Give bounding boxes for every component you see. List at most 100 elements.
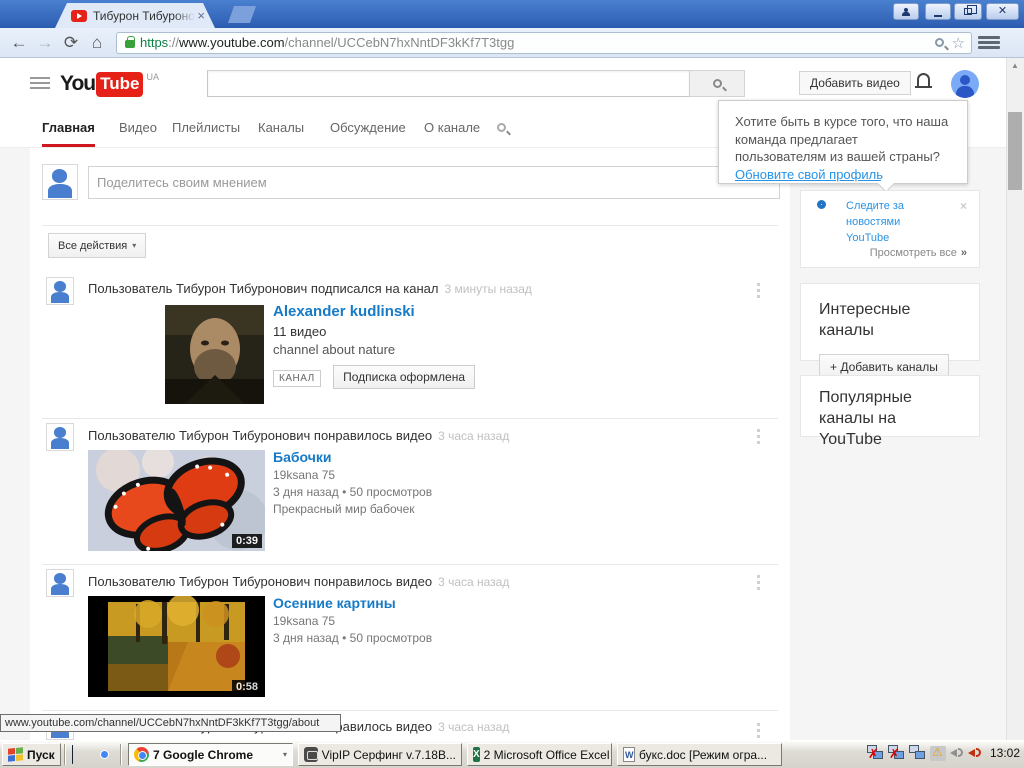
video-meta: 3 дня назад • 50 просмотров [273,631,433,645]
taskbar-separator [120,744,122,765]
all-actions-dropdown[interactable]: Все действия ▾ [48,233,147,258]
follow-news-link[interactable]: Следите за новостями YouTube [846,199,930,247]
kebab-menu-icon[interactable] [757,429,761,447]
action-label: Пользователь Тибурон Тибуронович подписа… [88,281,439,296]
chrome-icon [134,747,149,762]
warning-tray-icon[interactable] [929,745,946,761]
close-icon: ✕ [997,5,1008,17]
view-all-label: Просмотреть все [869,247,957,259]
back-button[interactable]: ← [6,33,32,53]
page-zoom-icon[interactable] [934,38,944,47]
bookmark-star-icon[interactable]: ☆ [952,34,965,52]
view-all-link[interactable]: Просмотреть все» [870,247,967,259]
youtube-search-button[interactable] [689,70,745,97]
feed-action-text: Пользователь Тибурон Тибуронович подписа… [88,281,532,296]
speaker-volume-icon[interactable] [967,746,982,760]
interesting-channels-title: Интересные каналы [819,301,911,339]
start-button[interactable]: Пуск [2,743,61,766]
new-tab-button[interactable] [228,6,256,23]
system-tray: ✗ ✗ 13:02 [866,745,1020,761]
youtube-logo[interactable]: You Tube UA [60,72,159,97]
country-update-tooltip: Хотите быть в курсе того, что наша коман… [718,100,968,184]
upload-video-button[interactable]: Добавить видео [799,71,911,95]
tab-home[interactable]: Главная [42,120,95,147]
kebab-menu-icon[interactable] [757,723,761,741]
task-excel-label: 2 Microsoft Office Excel [483,747,610,762]
guide-hamburger-icon[interactable] [30,77,50,89]
channel-badge: КАНАЛ [273,370,321,387]
channel-card: Alexander kudlinski 11 видео channel abo… [273,303,476,389]
excel-icon: X [473,747,480,762]
channel-thumbnail[interactable] [165,305,264,404]
popular-channels-title: Популярные каналы на YouTube [819,389,912,448]
start-label: Пуск [27,747,55,762]
tab-about[interactable]: О канале [424,120,480,135]
network-disconnected-icon[interactable]: ✗ [887,745,905,761]
task-chrome[interactable]: 7 Google Chrome ▾ [128,743,293,766]
status-bar-url: www.youtube.com/channel/UCCebN7hxNntDF3k… [0,714,341,732]
url-separator: :// [168,35,180,50]
video-duration-badge: 0:58 [231,680,262,694]
compose-textarea[interactable] [88,166,780,199]
account-avatar[interactable] [951,70,979,98]
chrome-quicklaunch-icon[interactable] [96,746,114,762]
task-excel[interactable]: X 2 Microsoft Office Excel ▾ [467,743,612,766]
close-icon[interactable]: × [960,199,967,213]
scrollbar-up-arrow[interactable]: ▲ [1006,58,1024,74]
update-profile-link[interactable]: Обновите свой профиль [735,167,883,182]
logo-country-code: UA [146,72,159,82]
show-desktop-icon[interactable] [72,745,90,768]
url-path: /channel/UCCebN7hxNntDF3kKf7T3tgg [284,35,515,50]
kebab-menu-icon[interactable] [757,575,761,593]
network-disconnected-icon[interactable]: ✗ [866,745,884,761]
titlebar-profile-button[interactable] [893,3,919,20]
video-channel[interactable]: 19ksana 75 [273,468,432,482]
browser-tab[interactable]: Тибурон Тибуронович - Y × [55,3,215,28]
home-button[interactable]: ⌂ [84,33,110,53]
feed-action-text: Пользователю Тибурон Тибуронович понрави… [88,428,509,443]
news-card: Следите за новостями YouTube × Просмотре… [800,190,980,268]
kebab-menu-icon[interactable] [757,283,761,301]
address-bar[interactable]: https://www.youtube.com/channel/UCCebN7h… [116,31,972,54]
feed-action-text: Пользователю Тибурон Тибуронович понрави… [88,574,509,589]
channel-name-link[interactable]: Alexander kudlinski [273,303,475,320]
channel-video-count: 11 видео [273,324,327,339]
tab-videos[interactable]: Видео [119,120,157,135]
forward-button[interactable]: → [32,33,58,53]
ssl-lock-icon[interactable] [125,36,135,48]
task-vipip[interactable]: VipIP Серфинг v.7.18B... [298,743,462,766]
channel-search-icon[interactable] [497,123,506,132]
video-channel[interactable]: 19ksana 75 [273,614,432,628]
reload-button[interactable]: ⟳ [58,33,84,53]
youtube-search-input[interactable] [207,70,690,97]
scrollbar-thumb[interactable] [1008,112,1022,190]
speaker-muted-icon[interactable] [949,746,964,760]
notifications-bell-icon[interactable] [915,73,932,92]
taskbar-clock: 13:02 [989,746,1020,760]
tab-discussion[interactable]: Обсуждение [330,120,406,135]
person-icon [902,7,910,16]
taskbar-separator [64,744,66,765]
feed-avatar [46,569,74,597]
chevron-right-icon: » [960,247,967,259]
tab-channels[interactable]: Каналы [258,120,304,135]
restore-icon [964,5,977,15]
video-title-link[interactable]: Бабочки [273,449,432,465]
tab-close-icon[interactable]: × [197,9,205,22]
network-connected-icon[interactable] [908,745,926,761]
task-word[interactable]: букс.doc [Режим огра... [617,743,782,766]
subscribed-button[interactable]: Подписка оформлена [333,365,476,389]
video-thumbnail[interactable]: 0:39 [88,450,265,551]
restore-button[interactable] [954,3,982,20]
minimize-button[interactable] [925,3,951,20]
compose-avatar [42,164,78,200]
video-title-link[interactable]: Осенние картины [273,595,432,611]
video-card: Осенние картины 19ksana 75 3 дня назад •… [273,595,432,645]
chrome-menu-button[interactable] [978,36,1000,49]
feed-avatar [46,277,74,305]
tab-playlists[interactable]: Плейлисты [172,120,240,135]
tab-title: Тибурон Тибуронович - Y [93,8,195,23]
video-thumbnail[interactable]: 0:58 [88,596,265,697]
close-button[interactable]: ✕ [986,3,1019,20]
channel-description: channel about nature [273,342,396,357]
